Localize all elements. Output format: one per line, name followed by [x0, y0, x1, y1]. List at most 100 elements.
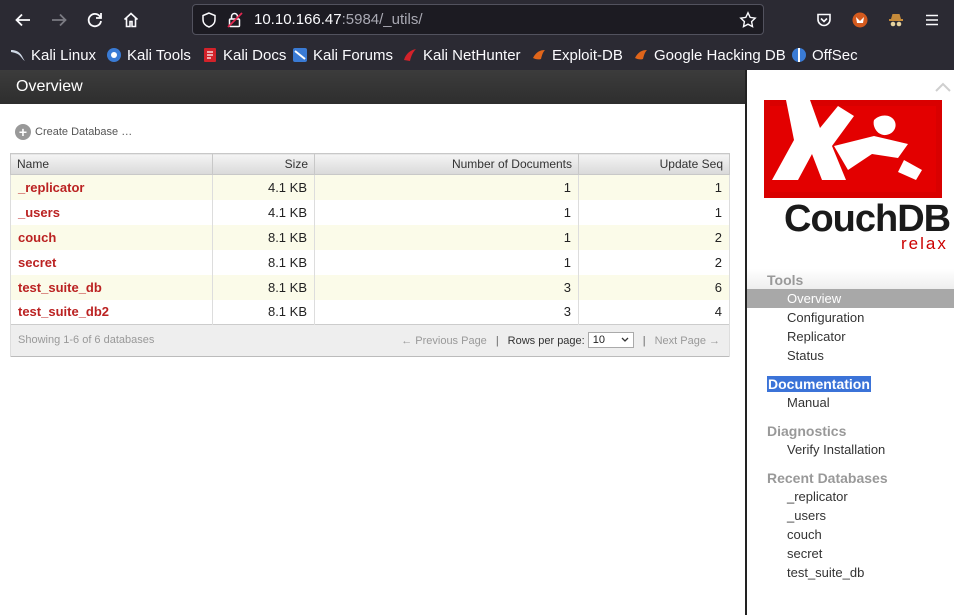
bookmarks-bar: Kali Linux Kali Tools Kali Docs Kali For…	[0, 40, 954, 70]
databases-table: Name Size Number of Documents Update Seq…	[10, 153, 730, 357]
database-update-seq: 2	[578, 224, 730, 250]
nav-item-status[interactable]: Status	[787, 348, 824, 363]
bookmark-kali-docs[interactable]: Kali Docs	[202, 46, 286, 64]
pagination-controls: ← Previous Page | Rows per page: 10 | Ne…	[401, 332, 720, 348]
bookmark-kali-forums[interactable]: Kali Forums	[292, 46, 393, 64]
bookmark-exploit-db[interactable]: Exploit-DB	[531, 46, 623, 64]
page-title: Overview	[16, 78, 83, 95]
couchdb-logo: CouchDB relax	[764, 100, 951, 260]
kali-nethunter-icon	[404, 49, 416, 61]
exploit-db-icon	[533, 50, 545, 60]
bookmark-label: OffSec	[812, 46, 858, 64]
column-header-update-seq[interactable]: Update Seq	[578, 153, 730, 175]
recent-database-link[interactable]: couch	[787, 527, 822, 542]
insecure-lock-icon[interactable]	[226, 11, 244, 34]
reload-icon[interactable]	[83, 8, 107, 32]
home-icon[interactable]	[119, 8, 143, 32]
menu-icon[interactable]	[920, 8, 944, 32]
database-update-seq: 4	[578, 299, 730, 325]
pagination-separator: |	[495, 335, 499, 347]
bookmark-label: Google Hacking DB	[654, 46, 786, 64]
chevron-up-icon[interactable]	[934, 80, 952, 98]
database-doc-count: 3	[314, 274, 579, 300]
nav-item-overview[interactable]: Overview	[787, 291, 841, 306]
rows-per-page-select[interactable]: 10	[587, 332, 634, 348]
bookmark-label: Kali Docs	[223, 46, 287, 64]
database-update-seq: 2	[578, 249, 730, 275]
nav-item-manual[interactable]: Manual	[787, 395, 830, 410]
pocket-icon[interactable]	[812, 8, 836, 32]
create-database-label: Create Database …	[35, 126, 133, 138]
database-size: 8.1 KB	[212, 224, 315, 250]
pagination-summary: Showing 1-6 of 6 databases	[18, 334, 155, 346]
bookmark-kali-tools[interactable]: Kali Tools	[106, 46, 191, 64]
database-name-link[interactable]: _replicator	[10, 174, 213, 200]
previous-page-link[interactable]: ← Previous Page	[401, 335, 487, 347]
table-row: _replicator 4.1 KB 1 1	[10, 174, 730, 200]
bookmark-label: Kali Linux	[31, 46, 97, 64]
database-size: 4.1 KB	[212, 174, 315, 200]
database-name-link[interactable]: test_suite_db2	[10, 299, 213, 325]
table-row: couch 8.1 KB 1 2	[10, 224, 730, 250]
main-content: Overview + Create Database … Name Size N…	[0, 70, 745, 615]
kali-forums-icon	[293, 48, 307, 62]
create-database-link[interactable]: + Create Database …	[15, 124, 132, 140]
database-update-seq: 1	[578, 199, 730, 225]
database-name-link[interactable]: secret	[10, 249, 213, 275]
rows-per-page-value: 10	[592, 334, 605, 346]
database-size: 8.1 KB	[212, 249, 315, 275]
shield-icon[interactable]	[200, 11, 218, 34]
kali-dragon-icon	[11, 50, 25, 61]
extension-fox-icon[interactable]	[848, 8, 872, 32]
kali-tools-icon	[107, 48, 121, 62]
bookmark-label: Kali Forums	[313, 46, 394, 64]
documentation-heading: Documentation	[767, 376, 871, 392]
table-row: test_suite_db2 8.1 KB 3 4	[10, 299, 730, 325]
selected-nav-highlight	[747, 289, 954, 308]
recent-database-link[interactable]: test_suite_db	[787, 565, 864, 580]
kali-docs-icon	[204, 48, 216, 62]
nav-item-replicator[interactable]: Replicator	[787, 329, 846, 344]
database-doc-count: 1	[314, 249, 579, 275]
bookmark-offsec[interactable]: OffSec	[791, 46, 858, 64]
plus-icon: +	[15, 124, 31, 140]
bookmark-kali-nethunter[interactable]: Kali NetHunter	[402, 46, 521, 64]
nav-item-configuration[interactable]: Configuration	[787, 310, 864, 325]
table-header-row: Name Size Number of Documents Update Seq	[10, 153, 730, 175]
column-header-documents[interactable]: Number of Documents	[314, 153, 579, 175]
nav-item-verify-installation[interactable]: Verify Installation	[787, 442, 885, 457]
bookmark-google-hacking-db[interactable]: Google Hacking DB	[633, 46, 786, 64]
url-text[interactable]: 10.10.166.47:5984/_utils/	[254, 11, 422, 28]
forward-icon[interactable]	[47, 8, 71, 32]
column-header-size[interactable]: Size	[212, 153, 315, 175]
database-size: 4.1 KB	[212, 199, 315, 225]
recent-database-link[interactable]: secret	[787, 546, 822, 561]
table-footer-row: Showing 1-6 of 6 databases ← Previous Pa…	[10, 324, 730, 357]
database-name-link[interactable]: couch	[10, 224, 213, 250]
database-name-link[interactable]: test_suite_db	[10, 274, 213, 300]
next-page-link[interactable]: Next Page →	[655, 335, 720, 347]
chevron-down-icon	[621, 337, 629, 342]
database-name-link[interactable]: _users	[10, 199, 213, 225]
database-size: 8.1 KB	[212, 299, 315, 325]
address-bar[interactable]: 10.10.166.47:5984/_utils/	[192, 4, 764, 35]
bookmark-label: Exploit-DB	[552, 46, 623, 64]
database-doc-count: 1	[314, 199, 579, 225]
table-row: secret 8.1 KB 1 2	[10, 249, 730, 275]
column-header-name[interactable]: Name	[10, 153, 213, 175]
recent-databases-heading: Recent Databases	[767, 470, 888, 486]
back-icon[interactable]	[11, 8, 35, 32]
url-host: 10.10.166.47	[254, 11, 342, 28]
table-row: _users 4.1 KB 1 1	[10, 199, 730, 225]
database-doc-count: 1	[314, 174, 579, 200]
extension-spy-icon[interactable]	[884, 8, 908, 32]
offsec-icon	[792, 48, 806, 62]
bookmark-kali-linux[interactable]: Kali Linux	[10, 46, 96, 64]
recent-database-link[interactable]: _replicator	[787, 489, 848, 504]
tools-heading: Tools	[767, 272, 804, 288]
recent-database-link[interactable]: _users	[787, 508, 826, 523]
database-doc-count: 1	[314, 224, 579, 250]
bookmark-label: Kali NetHunter	[423, 46, 521, 64]
database-update-seq: 1	[578, 174, 730, 200]
bookmark-star-icon[interactable]	[739, 11, 757, 34]
